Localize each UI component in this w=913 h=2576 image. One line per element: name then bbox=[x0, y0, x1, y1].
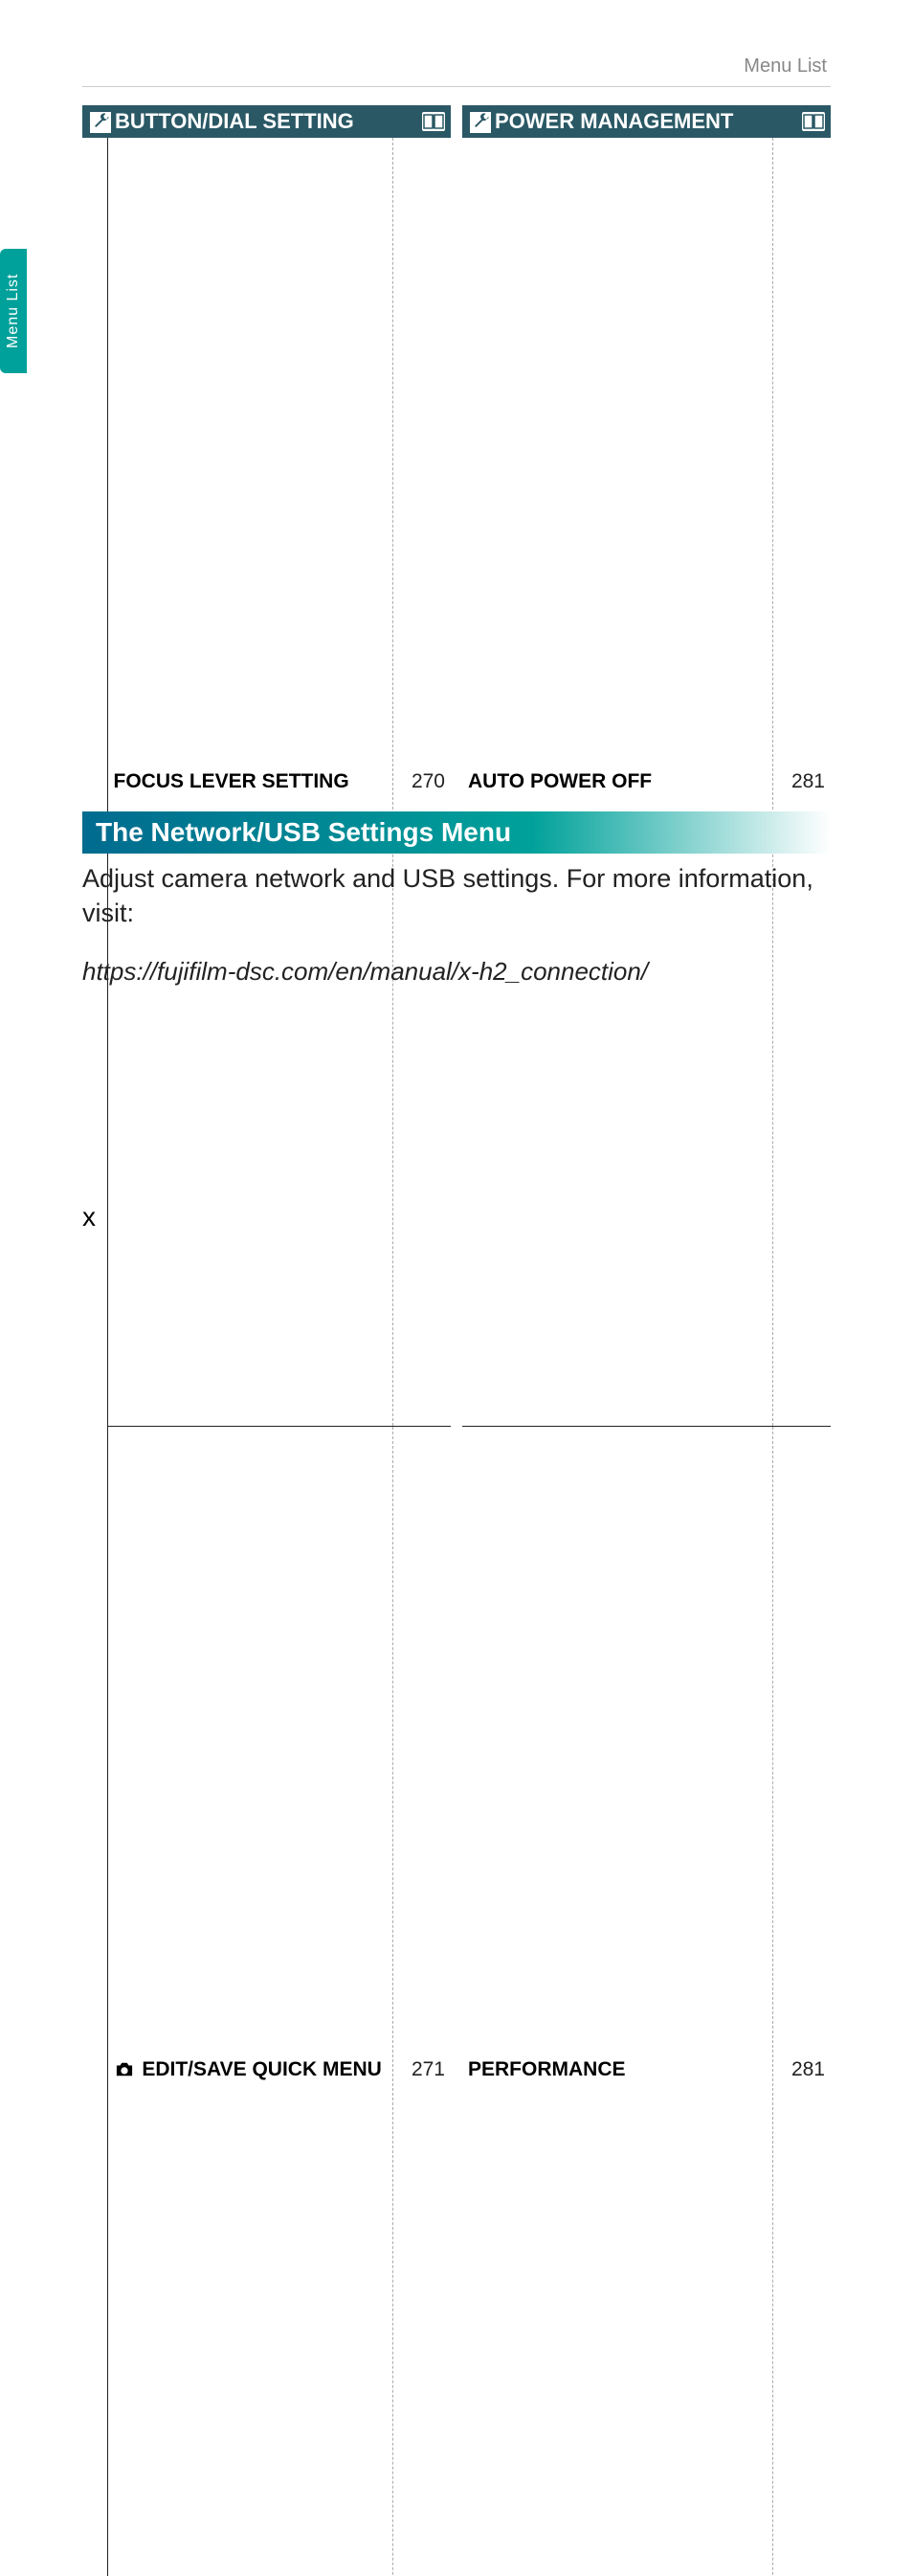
right-column: POWER MANAGEMENT AUTO POWER OFF 281 PERFORM… bbox=[462, 105, 831, 2576]
wrench-icon bbox=[90, 112, 111, 133]
footer-page-marker: x bbox=[82, 1202, 96, 1232]
book-icon bbox=[422, 112, 445, 131]
section-title: BUTTON/DIAL SETTING bbox=[115, 109, 354, 133]
network-heading: The Network/USB Settings Menu bbox=[82, 811, 831, 854]
section-title: POWER MANAGEMENT bbox=[495, 109, 733, 133]
label-text: AUTO POWER OFF bbox=[468, 770, 652, 792]
right-table: POWER MANAGEMENT AUTO POWER OFF 281 PERFORM… bbox=[462, 105, 831, 2576]
label-text: FOCUS LEVER SETTING bbox=[114, 770, 349, 792]
camera-icon bbox=[114, 2058, 137, 2080]
menu-item-label: EDIT/SAVE QUICK MENU bbox=[107, 1426, 393, 2576]
page-ref: 270 bbox=[393, 138, 451, 1426]
network-url: https://fujifilm-dsc.com/en/manual/x-h2_… bbox=[82, 957, 831, 987]
page-ref: 281 bbox=[773, 138, 831, 1426]
left-table: BUTTON/DIAL SETTING 1/3 FOCUS LEVER SETTIN… bbox=[82, 105, 451, 2576]
network-body: Adjust camera network and USB settings. … bbox=[82, 861, 831, 931]
menu-item-label: FOCUS LEVER SETTING bbox=[107, 138, 393, 1426]
top-rule bbox=[82, 86, 831, 87]
page-ref: 271 bbox=[393, 1426, 451, 2576]
side-tab-menu-list: Menu List bbox=[0, 249, 27, 373]
network-heading-text: The Network/USB Settings Menu bbox=[82, 811, 831, 854]
section-header: BUTTON/DIAL SETTING bbox=[82, 105, 451, 138]
book-icon bbox=[802, 112, 825, 131]
group-mark: 1/3 bbox=[82, 138, 107, 2576]
wrench-icon bbox=[470, 112, 491, 133]
label-text: EDIT/SAVE QUICK MENU bbox=[142, 2058, 381, 2080]
section-header: POWER MANAGEMENT bbox=[462, 105, 831, 138]
left-column: BUTTON/DIAL SETTING 1/3 FOCUS LEVER SETTIN… bbox=[82, 105, 451, 2576]
menu-item-label: AUTO POWER OFF bbox=[462, 138, 773, 1426]
tables-area: BUTTON/DIAL SETTING 1/3 FOCUS LEVER SETTIN… bbox=[82, 105, 831, 2576]
menu-item-label: PERFORMANCE bbox=[462, 1426, 773, 2576]
label-text: PERFORMANCE bbox=[468, 2058, 626, 2080]
breadcrumb: Menu List bbox=[744, 56, 827, 78]
page-ref: 281 bbox=[773, 1426, 831, 2576]
